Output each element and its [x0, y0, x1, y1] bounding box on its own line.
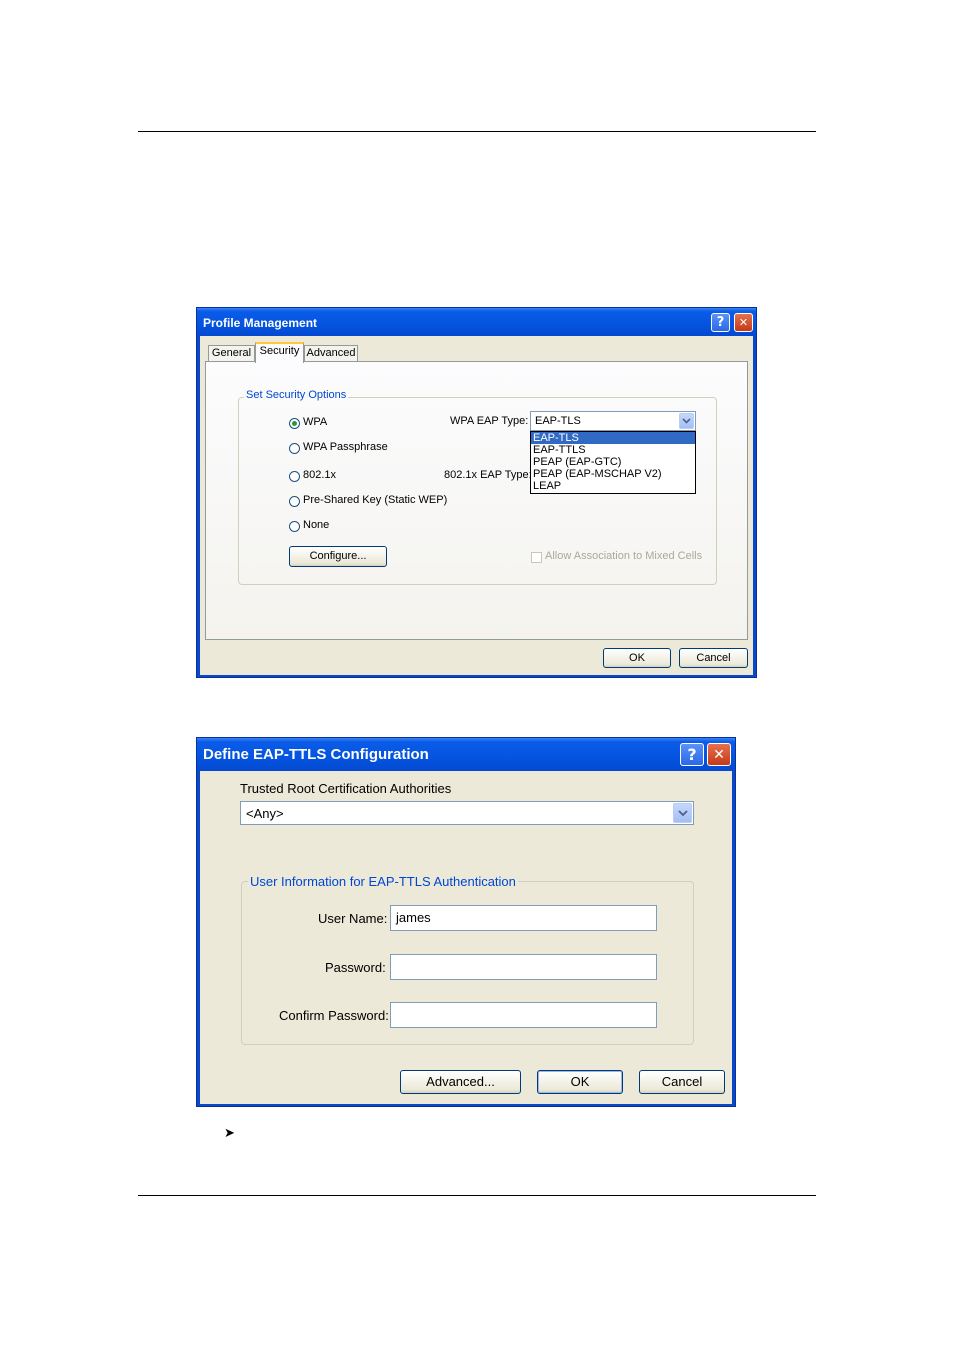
security-tab-panel: Set Security Options WPA WPA Passphrase … — [205, 361, 748, 640]
tab-general[interactable]: General — [208, 345, 255, 361]
radio-wpa[interactable] — [289, 418, 300, 429]
user-name-value: james — [396, 910, 431, 925]
close-icon[interactable]: ✕ — [707, 743, 731, 766]
cancel-button[interactable]: Cancel — [639, 1070, 725, 1094]
eap-option-peap-gtc[interactable]: PEAP (EAP-GTC) — [531, 456, 695, 468]
chevron-down-icon[interactable] — [673, 803, 692, 823]
help-icon[interactable]: ? — [680, 743, 704, 766]
configure-button[interactable]: Configure... — [289, 546, 387, 567]
eap-option-eap-ttls[interactable]: EAP-TTLS — [531, 444, 695, 456]
user-info-title: User Information for EAP-TTLS Authentica… — [248, 874, 518, 889]
eap-option-eap-tls[interactable]: EAP-TLS — [531, 432, 695, 444]
radio-none-label: None — [303, 519, 330, 531]
radio-wpa-passphrase-label: WPA Passphrase — [303, 441, 388, 453]
eap-option-peap-mschap[interactable]: PEAP (EAP-MSCHAP V2) — [531, 468, 695, 480]
confirm-password-field[interactable] — [390, 1002, 657, 1028]
dot1x-eap-type-label: 802.1x EAP Type: — [444, 469, 532, 481]
eap-client-area: Trusted Root Certification Authorities <… — [200, 771, 732, 1104]
user-name-label: User Name: — [318, 911, 388, 926]
radio-pre-shared-key[interactable] — [289, 496, 300, 507]
top-rule — [138, 131, 816, 132]
radio-8021x[interactable] — [289, 471, 300, 482]
profile-management-window: Profile Management ? ✕ General Security … — [196, 307, 757, 678]
wpa-eap-type-select[interactable]: EAP-TLS — [530, 411, 696, 431]
user-name-field[interactable]: james — [390, 905, 657, 931]
password-label: Password: — [325, 960, 386, 975]
profile-title-bar[interactable]: Profile Management ? ✕ — [197, 308, 756, 336]
close-icon[interactable]: ✕ — [734, 313, 753, 332]
radio-wpa-label: WPA — [303, 416, 328, 428]
wpa-eap-type-label: WPA EAP Type: — [450, 415, 529, 427]
ok-button[interactable]: OK — [603, 648, 671, 668]
mixed-cells-checkbox[interactable] — [531, 552, 542, 563]
bottom-rule — [138, 1195, 816, 1196]
bullet-arrow-icon: ➤ — [224, 1126, 235, 1141]
help-icon[interactable]: ? — [711, 313, 730, 332]
wpa-eap-type-value: EAP-TLS — [535, 415, 581, 427]
password-field[interactable] — [390, 954, 657, 980]
eap-type-dropdown-list: EAP-TLS EAP-TTLS PEAP (EAP-GTC) PEAP (EA… — [530, 431, 696, 494]
trusted-root-select[interactable]: <Any> — [240, 801, 694, 825]
tab-advanced[interactable]: Advanced — [304, 345, 358, 361]
advanced-button[interactable]: Advanced... — [400, 1070, 521, 1094]
security-options-title: Set Security Options — [244, 389, 349, 401]
eap-option-leap[interactable]: LEAP — [531, 480, 695, 492]
tab-security[interactable]: Security — [255, 342, 304, 363]
radio-8021x-label: 802.1x — [303, 469, 337, 481]
cancel-button[interactable]: Cancel — [679, 648, 748, 668]
eap-window-title: Define EAP-TTLS Configuration — [203, 746, 429, 763]
trusted-root-label: Trusted Root Certification Authorities — [240, 781, 452, 796]
radio-wpa-passphrase[interactable] — [289, 443, 300, 454]
eap-ttls-window: Define EAP-TTLS Configuration ? ✕ Truste… — [196, 737, 736, 1107]
mixed-cells-label: Allow Association to Mixed Cells — [545, 550, 703, 562]
chevron-down-icon[interactable] — [679, 413, 694, 429]
ok-button[interactable]: OK — [537, 1070, 623, 1094]
confirm-password-label: Confirm Password: — [279, 1008, 389, 1023]
profile-client-area: General Security Advanced Set Security O… — [200, 336, 753, 675]
trusted-root-value: <Any> — [246, 806, 284, 821]
profile-window-title: Profile Management — [203, 316, 318, 330]
radio-pre-shared-key-label: Pre-Shared Key (Static WEP) — [303, 494, 448, 506]
eap-title-bar[interactable]: Define EAP-TTLS Configuration ? ✕ — [197, 738, 735, 771]
radio-none[interactable] — [289, 521, 300, 532]
